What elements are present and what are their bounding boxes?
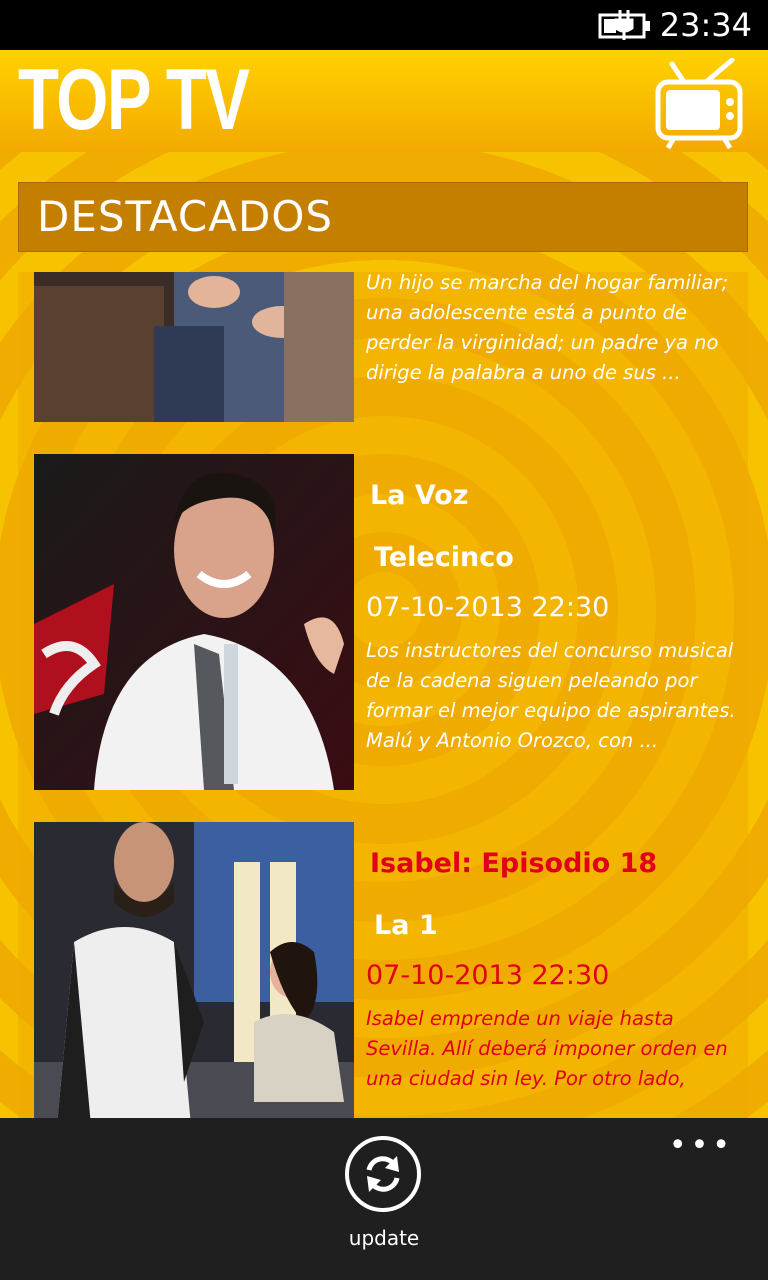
program-item[interactable]: Isabel: Episodio 18 La 1 07-10-2013 22:3… <box>34 822 734 1118</box>
program-description: Isabel emprende un viaje hasta Sevilla. … <box>366 1007 728 1090</box>
program-thumbnail <box>34 454 354 790</box>
update-label: update <box>348 1226 420 1250</box>
program-item[interactable]: La Voz Telecinco 07-10-2013 22:30 Los in… <box>34 454 736 790</box>
more-options-button[interactable]: ••• <box>669 1128 734 1163</box>
program-title: La Voz <box>370 480 469 511</box>
status-time: 23:34 <box>659 6 752 44</box>
program-channel: Telecinco <box>374 542 514 573</box>
section-header: DESTACADOS <box>18 182 748 252</box>
program-item[interactable]: Un hijo se marcha del hogar familiar; un… <box>34 272 734 422</box>
program-description: Un hijo se marcha del hogar familiar; un… <box>366 272 729 384</box>
status-bar: 23:34 <box>0 0 768 50</box>
program-description: Los instructores del concurso musical de… <box>366 639 736 752</box>
update-button[interactable] <box>345 1136 421 1212</box>
battery-charging-icon <box>598 10 650 40</box>
program-title: Isabel: Episodio 18 <box>370 848 658 879</box>
program-channel: La 1 <box>374 910 438 941</box>
section-title: DESTACADOS <box>37 192 334 241</box>
app-bar: ••• update <box>0 1118 768 1280</box>
program-date: 07-10-2013 22:30 <box>366 960 610 991</box>
program-list[interactable]: Un hijo se marcha del hogar familiar; un… <box>18 272 748 1118</box>
program-date: 07-10-2013 22:30 <box>366 592 610 623</box>
program-thumbnail <box>34 822 354 1118</box>
app-title: TOP TV <box>18 52 250 148</box>
program-thumbnail <box>34 272 354 422</box>
refresh-icon <box>366 1156 400 1192</box>
tv-icon <box>655 58 743 150</box>
